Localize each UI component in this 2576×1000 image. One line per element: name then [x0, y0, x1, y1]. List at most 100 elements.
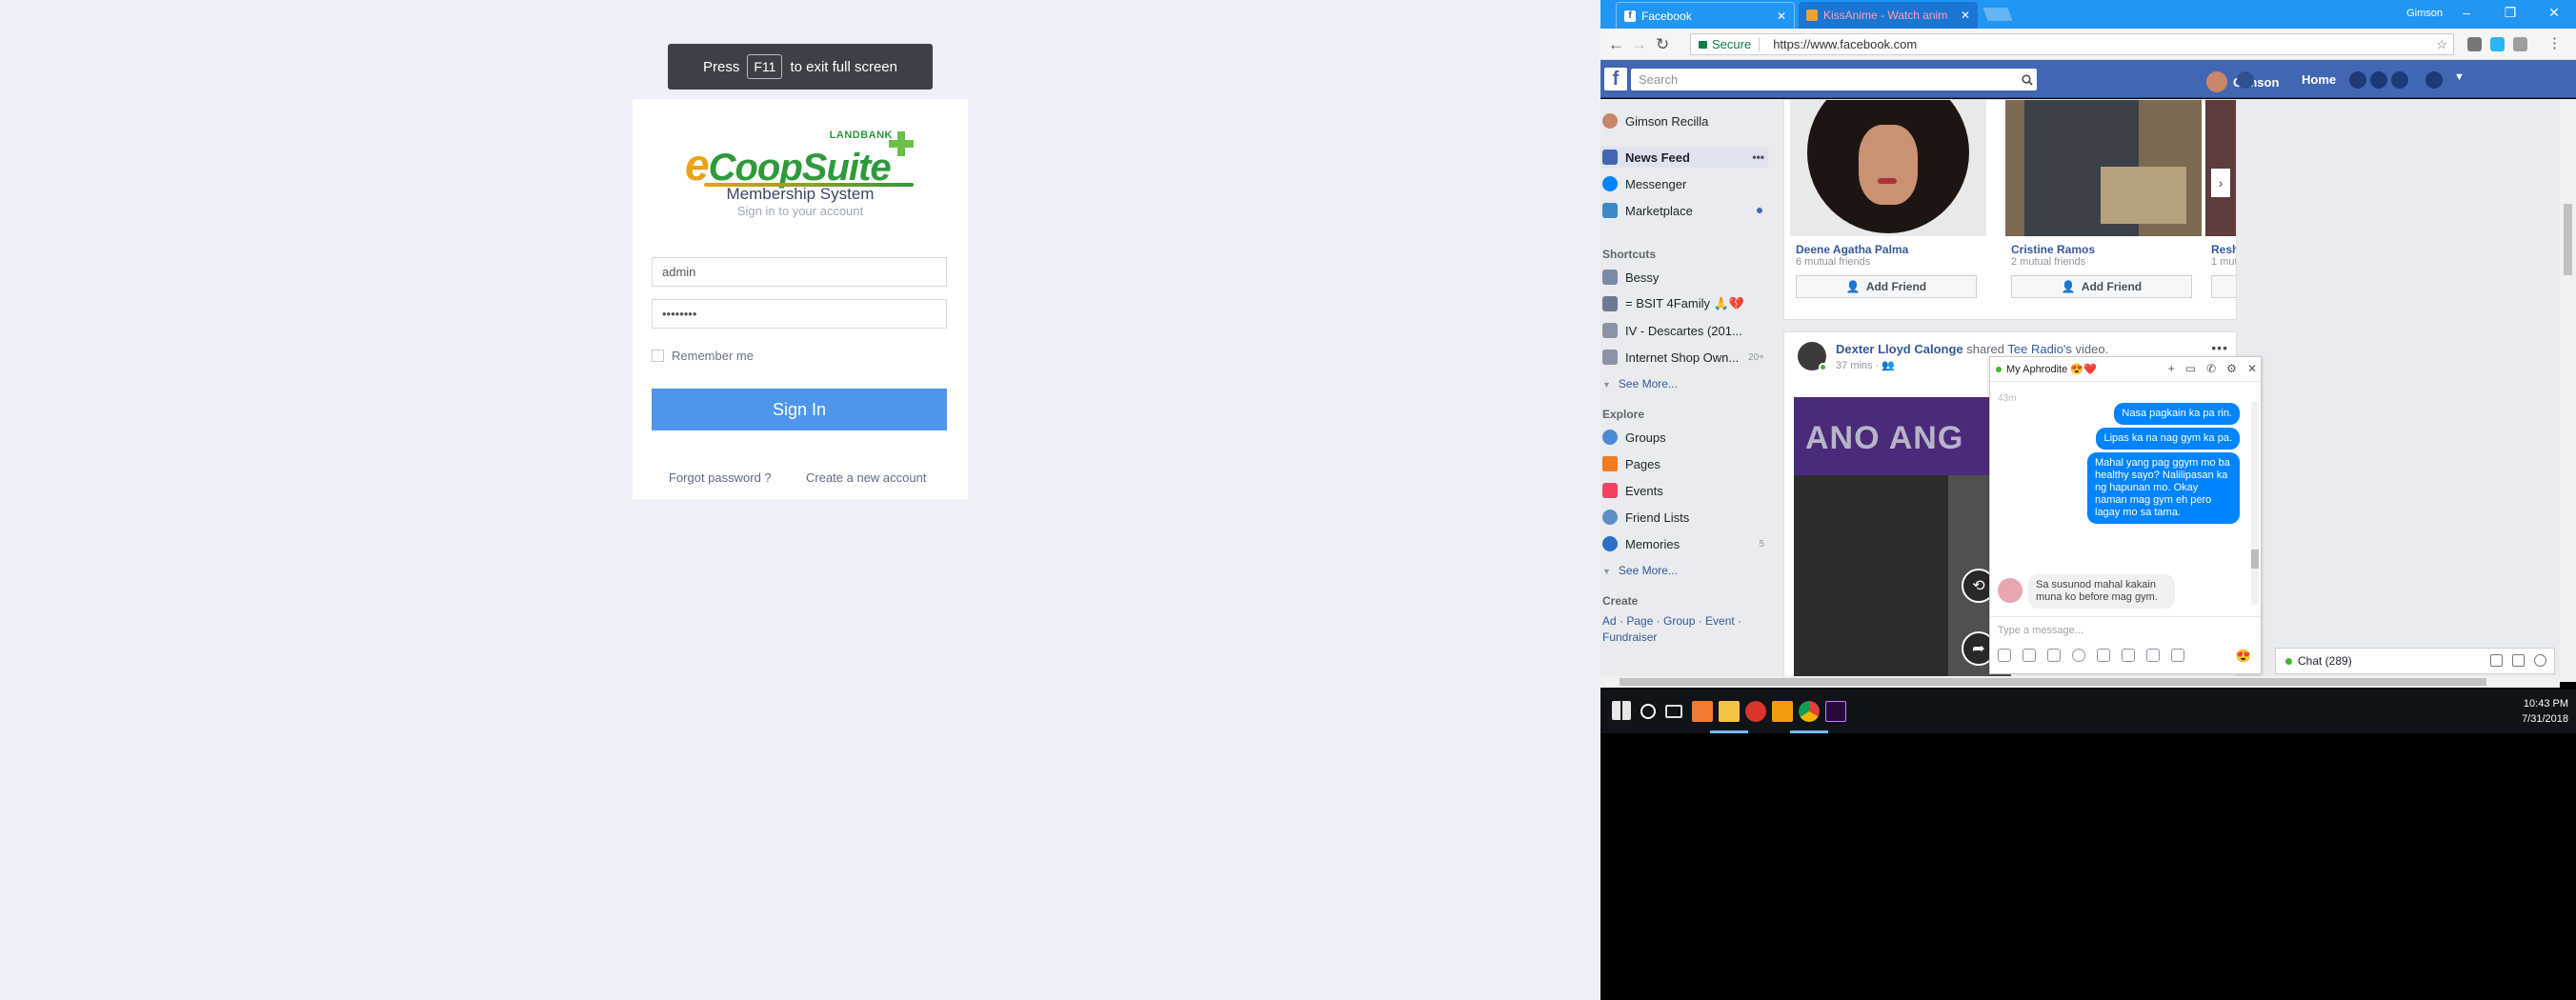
remember-checkbox[interactable] [652, 350, 664, 362]
new-tab-button[interactable] [1982, 8, 2013, 21]
gear-icon[interactable]: ⚙ [2226, 362, 2237, 375]
friend-name[interactable]: Reshe [2211, 243, 2236, 256]
search-icon[interactable] [2018, 69, 2037, 90]
tab-close-icon[interactable]: ✕ [1961, 9, 1970, 22]
scroll-thumb[interactable] [1620, 678, 2486, 686]
minimize-icon[interactable]: – [2445, 0, 2488, 25]
url-text[interactable]: https://www.facebook.com [1773, 37, 1917, 51]
nav-messenger[interactable]: Messenger [1600, 173, 1768, 194]
nav-events[interactable]: Events [1600, 480, 1768, 501]
shortcut-item[interactable]: Bessy [1600, 267, 1768, 288]
close-window-icon[interactable]: ✕ [2532, 0, 2576, 25]
page-horizontal-scrollbar[interactable] [1600, 676, 2560, 688]
photo-icon[interactable] [1998, 649, 2011, 662]
gif-icon[interactable] [2047, 649, 2061, 662]
friend-photo[interactable] [1790, 100, 1986, 236]
nav-friend-lists[interactable]: Friend Lists [1600, 507, 1768, 528]
page-vertical-scrollbar[interactable] [2560, 99, 2576, 682]
attachment-icon[interactable] [2097, 649, 2110, 662]
chevron-right-icon[interactable]: › [2211, 169, 2230, 197]
forward-icon[interactable]: → [1631, 35, 1647, 54]
home-link[interactable]: Home [2302, 72, 2336, 87]
shortcut-item[interactable]: = BSIT 4Family 🙏💔 [1600, 293, 1768, 314]
nav-news-feed[interactable]: News Feed ••• [1600, 147, 1768, 168]
post-timestamp[interactable]: 37 mins · 👥 [1836, 359, 1895, 371]
back-icon[interactable]: ← [1608, 35, 1624, 54]
add-person-icon[interactable]: + [2168, 362, 2175, 375]
link-icon[interactable] [2122, 649, 2135, 662]
file-explorer-icon[interactable] [1719, 701, 1740, 722]
help-icon[interactable] [2425, 71, 2443, 89]
extension-icon[interactable] [2490, 37, 2505, 51]
chat-bar[interactable]: Chat (289) [2275, 648, 2555, 674]
reload-icon[interactable]: ↻ [1656, 35, 1669, 54]
system-clock[interactable]: 10:43 PM 7/31/2018 [2522, 696, 2568, 727]
friend-photo[interactable] [2005, 100, 2202, 236]
more-apps-icon[interactable] [2171, 649, 2184, 662]
create-account-link[interactable]: Create a new account [806, 470, 926, 485]
account-menu-icon[interactable]: ▼ [2454, 71, 2465, 83]
facebook-search-input[interactable]: Search [1631, 69, 2037, 90]
video-player[interactable]: ANO ANG ⟲ ➦ [1794, 397, 2011, 682]
mutual-friends[interactable]: 1 mutu [2211, 256, 2236, 268]
nav-memories[interactable]: Memories 5 [1600, 533, 1768, 554]
tab-facebook[interactable]: f Facebook ✕ [1616, 2, 1795, 29]
chat-contact-name[interactable]: My Aphrodite 😍❤️ [2006, 363, 2097, 375]
nav-profile[interactable]: Gimson Recilla [1600, 110, 1768, 131]
gear-icon[interactable] [2534, 654, 2546, 667]
forgot-password-link[interactable]: Forgot password ? [669, 470, 772, 485]
add-friend-button[interactable]: 👤 Add Friend [1796, 275, 1977, 298]
app-icon[interactable] [1745, 701, 1766, 722]
secure-indicator[interactable]: Secure [1699, 37, 1751, 51]
post-page-link[interactable]: Tee Radio's [2007, 342, 2072, 356]
create-links[interactable]: Ad · Page · Group · Event · Fundraiser [1602, 613, 1764, 646]
chrome-icon[interactable] [1799, 701, 1820, 722]
compose-icon[interactable] [2490, 654, 2503, 667]
mutual-friends[interactable]: 6 mutual friends [1796, 256, 1870, 268]
nav-groups[interactable]: Groups [1600, 427, 1768, 448]
chat-header[interactable]: My Aphrodite 😍❤️ + ▭ ✆ ⚙ ✕ [1990, 357, 2261, 382]
close-icon[interactable]: ✕ [2247, 362, 2257, 375]
nav-pages[interactable]: Pages [1600, 453, 1768, 474]
phone-icon[interactable]: ✆ [2206, 362, 2216, 375]
see-more-explore[interactable]: ▼ See More... [1602, 564, 1678, 577]
username-input[interactable] [652, 257, 947, 287]
video-call-icon[interactable]: ▭ [2185, 362, 2196, 375]
chat-scrollbar[interactable] [2251, 401, 2259, 605]
shortcut-item[interactable]: IV - Descartes (201... [1600, 320, 1768, 341]
notifications-icon[interactable] [2391, 71, 2408, 89]
friend-requests-icon[interactable] [2349, 71, 2366, 89]
premiere-pro-icon[interactable] [1825, 701, 1846, 722]
signin-button[interactable]: Sign In [652, 389, 947, 430]
sticker-icon[interactable] [2023, 649, 2036, 662]
emoji-reaction-icon[interactable]: 😍 [2236, 649, 2251, 664]
add-friend-button[interactable] [2211, 275, 2236, 298]
shortcut-item[interactable]: Internet Shop Own... 20+ [1600, 347, 1768, 368]
facebook-logo-icon[interactable]: f [1604, 68, 1627, 90]
friend-name[interactable]: Deene Agatha Palma [1796, 243, 1908, 256]
friend-name[interactable]: Cristine Ramos [2011, 243, 2095, 256]
nav-marketplace[interactable]: Marketplace [1600, 200, 1768, 221]
tab-kissanime[interactable]: KissAnime - Watch anim ✕ [1799, 2, 1978, 29]
windows-start-icon[interactable] [1612, 701, 1631, 720]
scroll-thumb[interactable] [2564, 204, 2572, 275]
restore-icon[interactable]: ❐ [2488, 0, 2532, 25]
find-friends-icon[interactable] [2237, 71, 2254, 89]
messages-icon[interactable] [2370, 71, 2387, 89]
task-view-icon[interactable] [1665, 705, 1682, 718]
bookmark-star-icon[interactable]: ☆ [2436, 37, 2447, 52]
extension-camera-icon[interactable] [2467, 37, 2482, 51]
xampp-icon[interactable] [1692, 701, 1713, 722]
browser-profile-name[interactable]: Gimson [2406, 8, 2443, 19]
more-options-icon[interactable]: ••• [1752, 150, 1768, 164]
chrome-menu-icon[interactable]: ⋮ [2547, 34, 2562, 51]
post-options-icon[interactable]: ••• [2211, 340, 2228, 355]
chat-message-input[interactable]: Type a message... [1990, 616, 2261, 641]
sublime-text-icon[interactable] [1772, 701, 1793, 722]
omnibox[interactable]: Secure https://www.facebook.com ☆ [1690, 33, 2454, 55]
post-author[interactable]: Dexter Lloyd Calonge [1836, 342, 1963, 356]
tab-close-icon[interactable]: ✕ [1777, 10, 1786, 23]
see-more-shortcuts[interactable]: ▼ See More... [1602, 377, 1678, 390]
password-input[interactable] [652, 299, 947, 329]
emoji-icon[interactable] [2072, 649, 2085, 662]
